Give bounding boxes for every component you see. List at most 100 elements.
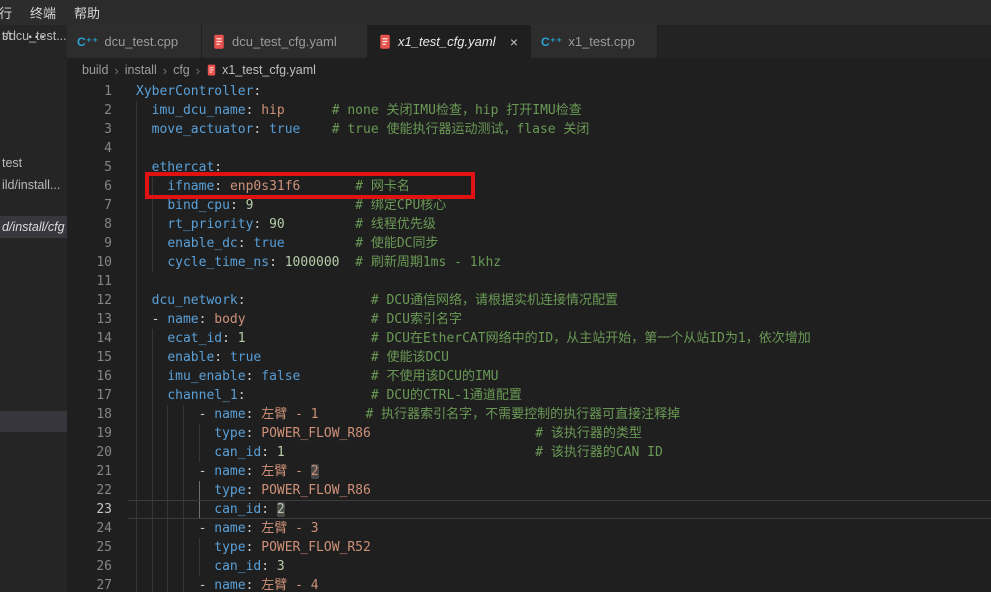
- code-token: [136, 559, 214, 574]
- code-token: [246, 388, 371, 403]
- code-token: [136, 521, 199, 536]
- yaml-file-icon: [206, 64, 217, 76]
- line-number: 22: [67, 481, 128, 500]
- line-number: 21: [67, 462, 128, 481]
- side-panel-item[interactable]: ild/install...: [0, 174, 67, 196]
- breadcrumb-separator-icon: ›: [196, 63, 200, 78]
- code-line-text: can_id: 3: [136, 557, 285, 576]
- code-line[interactable]: 11: [67, 272, 991, 291]
- code-line-text: can_id: 2: [136, 500, 285, 519]
- code-token: 左臂 - 4: [261, 578, 318, 592]
- code-line[interactable]: 27 - name: 左臂 - 4: [67, 576, 991, 592]
- side-panel-item[interactable]: d/install/cfg: [0, 216, 67, 238]
- code-token: [136, 540, 214, 555]
- code-line[interactable]: 18 - name: 左臂 - 1 # 执行器索引名字，不需要控制的执行器可直接…: [67, 405, 991, 424]
- breadcrumb-separator-icon: ›: [163, 63, 167, 78]
- tab-dcu_test.cpp[interactable]: C⁺⁺ dcu_test.cpp: [67, 25, 202, 58]
- code-line[interactable]: 1XyberController:: [67, 82, 991, 101]
- code-token: [319, 407, 366, 422]
- code-line[interactable]: 15 enable: true # 使能该DCU: [67, 348, 991, 367]
- code-token: :: [230, 198, 238, 213]
- code-token: cycle_time_ns: [167, 255, 269, 270]
- breadcrumb-segment[interactable]: cfg: [173, 63, 190, 77]
- code-line[interactable]: 9 enable_dc: true # 使能DC同步: [67, 234, 991, 253]
- code-token: # 刷新周期1ms - 1khz: [355, 255, 501, 270]
- side-panel-item[interactable]: t/dcu_test...: [0, 25, 67, 47]
- code-token: [136, 369, 167, 384]
- side-panel-item[interactable]: test: [0, 152, 67, 174]
- code-token: [136, 483, 214, 498]
- tab-label: dcu_test.cpp: [104, 34, 178, 49]
- code-line[interactable]: 14 ecat_id: 1 # DCU在EtherCAT网络中的ID，从主站开始…: [67, 329, 991, 348]
- code-token: # 绑定CPU核心: [355, 198, 446, 213]
- code-line-text: enable_dc: true # 使能DC同步: [136, 234, 439, 253]
- code-line[interactable]: 16 imu_enable: false # 不使用该DCU的IMU: [67, 367, 991, 386]
- code-line[interactable]: 17 channel_1: # DCU的CTRL-1通道配置: [67, 386, 991, 405]
- code-token: [300, 179, 355, 194]
- code-token: [136, 445, 214, 460]
- code-line[interactable]: 2 imu_dcu_name: hip # none 关闭IMU检查，hip 打…: [67, 101, 991, 120]
- code-line[interactable]: 22 type: POWER_FLOW_R86: [67, 481, 991, 500]
- code-line-text: ethercat:: [136, 158, 222, 177]
- line-number: 1: [67, 82, 128, 101]
- code-token: [136, 578, 199, 592]
- line-number: 24: [67, 519, 128, 538]
- breadcrumb-segment[interactable]: build: [82, 63, 108, 77]
- code-token: name: [214, 578, 245, 592]
- code-line[interactable]: 19 type: POWER_FLOW_R86 # 该执行器的类型: [67, 424, 991, 443]
- code-line[interactable]: 10 cycle_time_ns: 1000000 # 刷新周期1ms - 1k…: [67, 253, 991, 272]
- line-number: 4: [67, 139, 128, 158]
- code-line[interactable]: 8 rt_priority: 90 # 线程优先级: [67, 215, 991, 234]
- code-token: [136, 179, 167, 194]
- code-line[interactable]: 12 dcu_network: # DCU通信网络，请根据实机连接情况配置: [67, 291, 991, 310]
- code-token: # 线程优先级: [355, 217, 436, 232]
- code-line[interactable]: 21 - name: 左臂 - 2: [67, 462, 991, 481]
- code-line[interactable]: 23 can_id: 2: [67, 500, 991, 519]
- code-token: [238, 198, 246, 213]
- code-token: type: [214, 483, 245, 498]
- code-line[interactable]: 20 can_id: 1 # 该执行器的CAN ID: [67, 443, 991, 462]
- code-token: imu_enable: [167, 369, 245, 384]
- code-editor[interactable]: 1XyberController:2 imu_dcu_name: hip # n…: [67, 82, 991, 592]
- code-line-text: type: POWER_FLOW_R86 # 该执行器的类型: [136, 424, 642, 443]
- tab-x1_test.cpp[interactable]: C⁺⁺x1_test.cpp: [531, 25, 658, 58]
- line-number: 26: [67, 557, 128, 576]
- code-token: [261, 217, 269, 232]
- tab-close-button[interactable]: ×: [508, 35, 520, 49]
- code-line[interactable]: 26 can_id: 3: [67, 557, 991, 576]
- line-number: 9: [67, 234, 128, 253]
- code-line[interactable]: 7 bind_cpu: 9 # 绑定CPU核心: [67, 196, 991, 215]
- code-token: name: [214, 521, 245, 536]
- breadcrumb-file[interactable]: x1_test_cfg.yaml: [206, 63, 316, 77]
- tab-label: x1_test_cfg.yaml: [398, 34, 496, 49]
- code-token: true: [269, 122, 300, 137]
- breadcrumb-segment[interactable]: install: [125, 63, 157, 77]
- tab-label: dcu_test_cfg.yaml: [232, 34, 337, 49]
- menu-item[interactable]: 行: [0, 0, 21, 25]
- menu-item[interactable]: 终端: [21, 0, 65, 25]
- code-token: 左臂 -: [261, 464, 310, 479]
- code-line[interactable]: 4: [67, 139, 991, 158]
- code-line[interactable]: 3 move_actuator: true # true 使能执行器运动测试，f…: [67, 120, 991, 139]
- code-line-text: move_actuator: true # true 使能执行器运动测试，fla…: [136, 120, 589, 139]
- line-number: 6: [67, 177, 128, 196]
- code-line[interactable]: 5 ethercat:: [67, 158, 991, 177]
- cpp-file-icon: C⁺⁺: [77, 35, 98, 49]
- code-line[interactable]: 6 ifname: enp0s31f6 # 网卡名: [67, 177, 991, 196]
- code-line[interactable]: 24 - name: 左臂 - 3: [67, 519, 991, 538]
- menu-item[interactable]: 帮助: [65, 0, 109, 25]
- code-token: [269, 445, 277, 460]
- code-token: [136, 293, 152, 308]
- tab-dcu_test_cfg.yaml[interactable]: dcu_test_cfg.yaml: [202, 25, 368, 58]
- code-line-text: - name: 左臂 - 4: [136, 576, 319, 592]
- tab-label: x1_test.cpp: [568, 34, 635, 49]
- code-token: enp0s31f6: [230, 179, 300, 194]
- side-panel-highlight-row[interactable]: [0, 411, 67, 432]
- code-token: :: [261, 445, 269, 460]
- code-token: # 不使用该DCU的IMU: [371, 369, 499, 384]
- code-token: [261, 350, 371, 365]
- code-line[interactable]: 13 - name: body # DCU索引名字: [67, 310, 991, 329]
- code-token: [300, 122, 331, 137]
- tab-x1_test_cfg.yaml[interactable]: x1_test_cfg.yaml ×: [368, 25, 531, 58]
- code-line[interactable]: 25 type: POWER_FLOW_R52: [67, 538, 991, 557]
